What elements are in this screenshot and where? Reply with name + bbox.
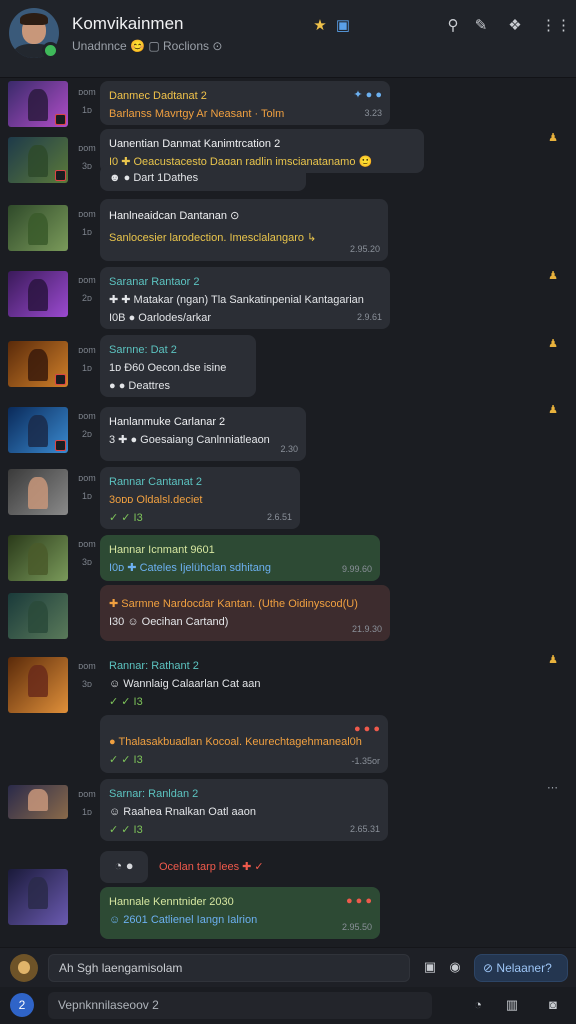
message-input[interactable]: Ah Sgh laengamisolam bbox=[48, 954, 410, 982]
list-item[interactable]: ᴅom 1ᴅ Danmec Dadtanat 2 Barlanss Mavrtgy… bbox=[0, 81, 576, 131]
channel-badge[interactable]: 2 bbox=[10, 993, 34, 1017]
send-button[interactable]: ⊘ Nelaaner? bbox=[474, 954, 568, 982]
attach-icon[interactable]: ▣ bbox=[421, 958, 439, 976]
list-item[interactable]: ᴅom 3ᴅ Rannar: Rathant 2 ☺ Wannlaig Calaa… bbox=[0, 651, 576, 713]
list-item[interactable]: ✚ Sarmne Nardocdar Kantan. (Uthe Oidinys… bbox=[0, 585, 576, 643]
reaction-icon[interactable]: ♟ bbox=[548, 653, 558, 666]
game-thumbnail[interactable] bbox=[8, 341, 68, 387]
reaction-icon[interactable]: ◔ ● bbox=[100, 851, 148, 883]
list-item[interactable]: ◔ ● Ocelan tarp lees ✚ ✓ bbox=[0, 851, 576, 883]
sticker-icon[interactable]: ▥ bbox=[503, 996, 521, 1014]
message-bubble[interactable]: Sarnne: Dat 2 1ᴅ Ð60 Oecon.dse isine ● ●… bbox=[100, 335, 256, 397]
gif-icon[interactable]: ◔ bbox=[469, 996, 487, 1014]
list-item[interactable]: ᴅom 3ᴅ Uanentian Danmat Kanimtrcation 2 I… bbox=[0, 129, 576, 195]
badge-icon[interactable]: ▣ bbox=[333, 16, 353, 36]
camera-icon[interactable]: ◙ bbox=[544, 996, 562, 1014]
game-thumbnail[interactable] bbox=[8, 535, 68, 581]
message-bubble[interactable]: Hannale Kenntnider 2030 ☺ 2601 Catlienel… bbox=[100, 887, 380, 939]
secondary-input[interactable]: Vepnknnilaseoov 2 bbox=[48, 992, 432, 1019]
list-item[interactable]: ● Thalasakbuadlan Kocoal. Keurechtagehma… bbox=[0, 715, 576, 775]
list-item[interactable]: ᴅom 1ᴅ Sarnar: Ranldan 2 ☺ Raahea Rnalkan… bbox=[0, 779, 576, 841]
list-item[interactable]: ᴅom 1ᴅ Sarnne: Dat 2 1ᴅ Ð60 Oecon.dse isi… bbox=[0, 335, 576, 397]
message-bubble[interactable]: Danmec Dadtanat 2 Barlanss Mavrtgy Ar Ne… bbox=[100, 81, 390, 125]
game-thumbnail[interactable] bbox=[8, 593, 68, 639]
message-bubble[interactable]: ☻ ● Dart 1Dathes bbox=[100, 165, 306, 191]
reaction-icon[interactable]: ♟ bbox=[548, 131, 558, 144]
reaction-icon[interactable]: ♟ bbox=[548, 269, 558, 282]
game-thumbnail[interactable] bbox=[8, 869, 68, 925]
online-status-icon bbox=[42, 42, 59, 59]
chat-header: Komvikainmen Unadnnce 😊 ▢ Roclions ⊙ ★ ▣… bbox=[0, 0, 576, 78]
search-icon[interactable]: ⚲ bbox=[443, 16, 463, 36]
chat-subtitle: Unadnnce 😊 ▢ Roclions ⊙ bbox=[72, 39, 223, 53]
bottom-toolbar: 2 Vepnknnilaseoov 2 ◔ ▥ ◙ bbox=[0, 987, 576, 1024]
game-thumbnail[interactable] bbox=[8, 407, 68, 453]
list-item[interactable]: ᴅom 3ᴅ Hannar Icnmant 9601 I0ᴅ ✚ Cateles … bbox=[0, 535, 576, 581]
message-feed[interactable]: ᴅom 1ᴅ Danmec Dadtanat 2 Barlanss Mavrtgy… bbox=[0, 79, 576, 947]
message-bubble[interactable]: Saranar Rantaor 2 ✚ ✚ Matakar (ngan) Tla… bbox=[100, 267, 390, 329]
user-avatar[interactable] bbox=[10, 954, 38, 982]
emoji-icon[interactable]: ◉ bbox=[446, 958, 464, 976]
list-item[interactable]: Hannale Kenntnider 2030 ☺ 2601 Catlienel… bbox=[0, 869, 576, 947]
game-thumbnail[interactable] bbox=[8, 205, 68, 251]
send-button-label: Nelaaner? bbox=[496, 961, 552, 975]
reaction-icon[interactable]: ⋯ bbox=[547, 781, 558, 794]
send-icon: ⊘ bbox=[483, 961, 494, 975]
message-bubble[interactable]: Hannar Icnmant 9601 I0ᴅ ✚ Cateles Ijelüh… bbox=[100, 535, 380, 581]
list-item[interactable]: ᴅom 1ᴅ Hanlneaidcan Dantanan ⊙ Sanlocesie… bbox=[0, 199, 576, 261]
list-item[interactable]: ᴅom 2ᴅ Hanlanmuke Carlanar 2 3 ✚ ● Goesai… bbox=[0, 403, 576, 461]
message-bubble[interactable]: Hanlneaidcan Dantanan ⊙ Sanlocesier laro… bbox=[100, 199, 388, 261]
game-thumbnail[interactable] bbox=[8, 785, 68, 819]
game-thumbnail[interactable] bbox=[8, 657, 68, 713]
message-bubble[interactable]: ✚ Sarmne Nardocdar Kantan. (Uthe Oidinys… bbox=[100, 585, 390, 641]
pin-icon[interactable]: ❖ bbox=[505, 16, 525, 36]
game-thumbnail[interactable] bbox=[8, 469, 68, 515]
message-bubble[interactable]: Rannar: Rathant 2 ☺ Wannlaig Calaarlan C… bbox=[100, 651, 270, 713]
reaction-icon[interactable]: ♟ bbox=[548, 403, 558, 416]
message-bubble[interactable]: Rannar Cantanat 2 3oᴅᴅ Oldalsl.deciet ✓ … bbox=[100, 467, 300, 529]
list-item[interactable]: ᴅom 1ᴅ Rannar Cantanat 2 3oᴅᴅ Oldalsl.dec… bbox=[0, 467, 576, 529]
game-thumbnail[interactable] bbox=[8, 271, 68, 317]
message-bubble[interactable]: Hanlanmuke Carlanar 2 3 ✚ ● Goesaiang Ca… bbox=[100, 407, 306, 461]
message-bubble[interactable]: ● Thalasakbuadlan Kocoal. Keurechtagehma… bbox=[100, 715, 388, 773]
edit-icon[interactable]: ✎ bbox=[471, 16, 491, 36]
list-item[interactable]: ᴅom 2ᴅ Saranar Rantaor 2 ✚ ✚ Matakar (nga… bbox=[0, 267, 576, 329]
composer-bar: Ah Sgh laengamisolam ▣ ◉ ⊘ Nelaaner? bbox=[0, 947, 576, 987]
message-bubble[interactable]: Sarnar: Ranldan 2 ☺ Raahea Rnalkan Oatl … bbox=[100, 779, 388, 841]
message-bubble[interactable]: Ocelan tarp lees ✚ ✓ bbox=[150, 851, 264, 883]
game-thumbnail[interactable] bbox=[8, 81, 68, 127]
game-thumbnail[interactable] bbox=[8, 137, 68, 183]
more-menu-icon[interactable]: ⋮⋮ bbox=[541, 16, 571, 36]
reaction-icon[interactable]: ♟ bbox=[548, 337, 558, 350]
star-icon[interactable]: ★ bbox=[310, 16, 330, 36]
chat-title[interactable]: Komvikainmen bbox=[72, 14, 184, 34]
